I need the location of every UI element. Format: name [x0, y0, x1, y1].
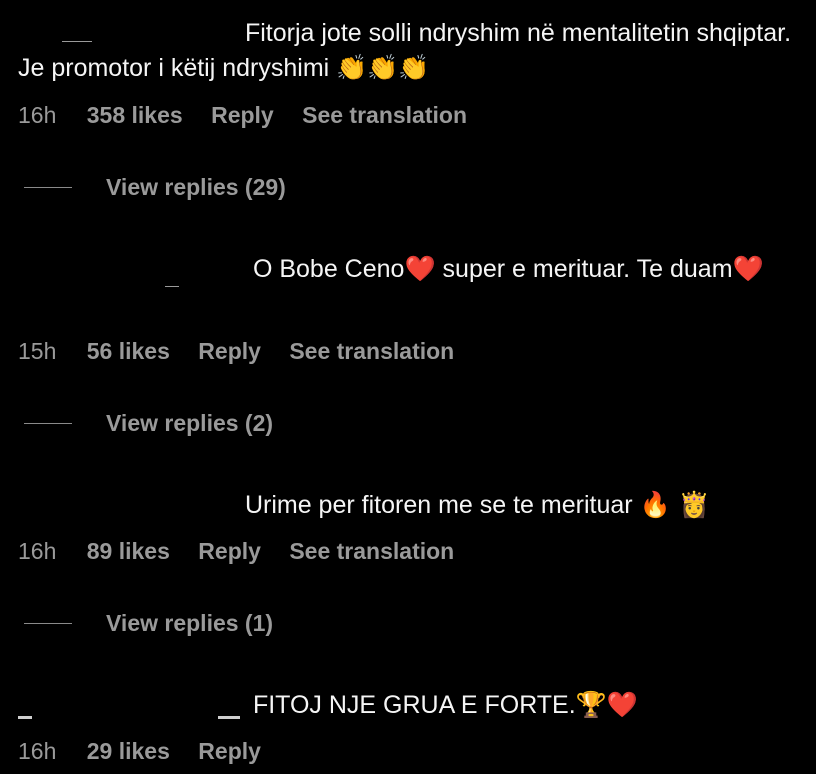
see-translation-button[interactable]: See translation [302, 102, 467, 128]
comment-text: Urime per fitoren me se te merituar 🔥 👸 [18, 488, 798, 523]
comment-body-continued: super e merituar. Te duam [442, 255, 733, 283]
comment-3: Urime per fitoren me se te merituar 🔥 👸 … [18, 488, 798, 564]
likes-count[interactable]: 29 likes [87, 738, 170, 764]
redaction-mark [62, 41, 92, 42]
view-replies-row[interactable]: View replies (1) [24, 608, 273, 638]
replies-divider-line [24, 422, 72, 424]
view-replies-button[interactable]: View replies (2) [106, 410, 273, 437]
comment-1: Fitorja jote solli ndryshim në mentalite… [18, 16, 798, 128]
comment-time: 15h [18, 338, 57, 364]
fire-and-princess-icon: 🔥 👸 [639, 490, 710, 519]
red-heart-icon: ❤️ [732, 254, 764, 283]
comment-2: O Bobe Ceno❤️ super e merituar. Te duam❤… [18, 252, 798, 364]
comment-time: 16h [18, 738, 57, 764]
view-replies-row[interactable]: View replies (29) [24, 172, 286, 202]
likes-count[interactable]: 56 likes [87, 338, 170, 364]
view-replies-button[interactable]: View replies (1) [106, 610, 273, 637]
comment-meta: 16h 358 likes Reply See translation [18, 100, 489, 130]
redaction-mark [218, 716, 240, 719]
redacted-username [18, 696, 246, 716]
comment-time: 16h [18, 538, 57, 564]
comment-body: Urime per fitoren me se te merituar [244, 491, 633, 519]
clapping-hands-icon: 👏👏👏 [336, 53, 430, 82]
likes-count[interactable]: 89 likes [87, 538, 170, 564]
comment-body: FITOJ NJE GRUA E FORTE. [252, 691, 576, 719]
likes-count[interactable]: 358 likes [87, 102, 183, 128]
see-translation-button[interactable]: See translation [289, 538, 454, 564]
comment-text: O Bobe Ceno❤️ super e merituar. Te duam❤… [18, 252, 798, 287]
comment-time: 16h [18, 102, 57, 128]
reply-button[interactable]: Reply [211, 102, 274, 128]
comment-meta: 15h 56 likes Reply See translation [18, 336, 476, 366]
comment-meta: 16h 89 likes Reply See translation [18, 536, 476, 566]
comment-4: FITOJ NJE GRUA E FORTE.🏆❤️ 16h 29 likes … [18, 688, 798, 764]
red-heart-icon: ❤️ [404, 254, 436, 283]
comment-text: FITOJ NJE GRUA E FORTE.🏆❤️ [18, 688, 798, 723]
see-translation-button[interactable]: See translation [289, 338, 454, 364]
reply-button[interactable]: Reply [198, 738, 261, 764]
redacted-username [18, 496, 238, 516]
comment-body: O Bobe Ceno [252, 255, 405, 283]
reply-button[interactable]: Reply [198, 338, 261, 364]
view-replies-button[interactable]: View replies (29) [106, 174, 286, 201]
trophy-and-heart-icon: 🏆❤️ [575, 690, 638, 719]
replies-divider-line [24, 622, 72, 624]
redaction-mark [165, 286, 179, 287]
view-replies-row[interactable]: View replies (2) [24, 408, 273, 438]
comment-meta: 16h 29 likes Reply [18, 736, 283, 766]
reply-button[interactable]: Reply [198, 538, 261, 564]
comment-text: Fitorja jote solli ndryshim në mentalite… [18, 16, 798, 86]
redacted-username [18, 24, 238, 44]
redacted-username [18, 260, 246, 280]
redaction-mark [18, 716, 32, 719]
replies-divider-line [24, 186, 72, 188]
